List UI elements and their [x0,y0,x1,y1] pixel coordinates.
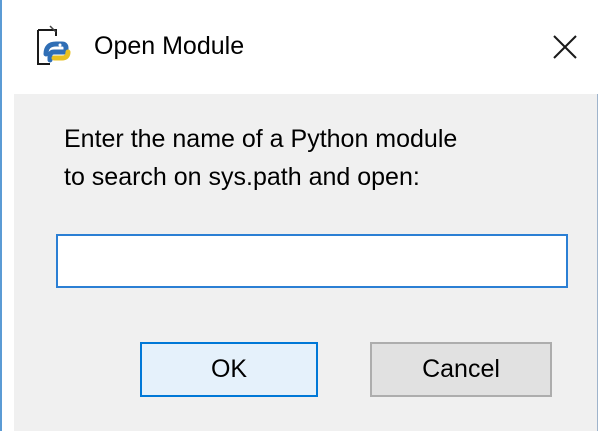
prompt-line-1: Enter the name of a Python module [64,125,458,153]
ok-button[interactable]: OK [140,342,318,397]
close-icon[interactable] [548,30,582,64]
prompt-text: Enter the name of a Python module to sea… [64,120,584,196]
cancel-button[interactable]: Cancel [370,342,552,397]
title-bar[interactable]: Open Module [2,0,598,94]
window-title: Open Module [94,32,245,60]
open-module-dialog: Open Module Enter the name of a Python m… [0,0,598,431]
prompt-line-2: to search on sys.path and open: [64,163,420,191]
module-name-input[interactable] [56,234,568,288]
python-idle-icon [37,25,71,65]
